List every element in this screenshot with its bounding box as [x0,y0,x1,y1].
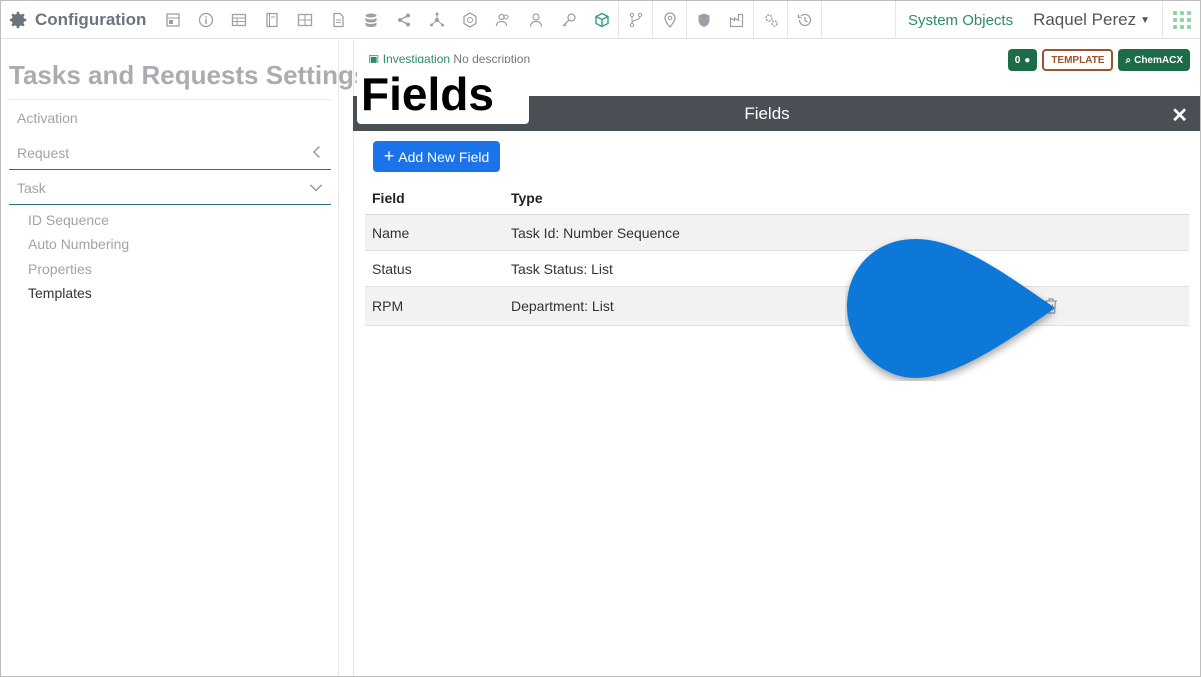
document-icon[interactable] [321,1,354,39]
title-divider [9,99,331,100]
sidebar-item-request[interactable]: Request [9,136,331,170]
search-icon: ⌕ [1125,54,1132,66]
user-name: Raquel Perez [1033,10,1137,29]
field-name-cell: Status [372,260,412,277]
location-icon[interactable] [653,1,686,39]
sidebar-item-label: Request [17,144,70,161]
column-header-field: Field [372,190,405,206]
notebook-icon[interactable] [255,1,288,39]
layout-icon[interactable] [156,1,189,39]
add-new-field-label: Add New Field [398,148,490,165]
network-icon[interactable] [420,1,453,39]
chemacx-label: ChemACX [1134,54,1183,66]
field-name-cell: RPM [372,298,404,314]
history-icon[interactable] [788,1,821,39]
shield-icon[interactable] [687,1,720,39]
caret-down-icon: ▼ [1140,14,1150,26]
chevron-down-icon [310,184,322,192]
key-icon[interactable] [552,1,585,39]
cube-icon[interactable] [585,1,618,39]
gear-icon [9,11,27,28]
callout-label: Fields [357,63,529,124]
database-icon[interactable] [354,1,387,39]
info-icon[interactable] [189,1,222,39]
sidebar-subitem-id-sequence[interactable]: ID Sequence [28,212,109,228]
comment-count: 0 [1014,54,1021,66]
chemacx-button[interactable]: ⌕ ChemACX [1118,49,1190,71]
table-header: Field Type [365,182,1189,215]
cogs-icon[interactable] [754,1,787,39]
sidebar-subitem-properties[interactable]: Properties [28,261,92,277]
page-title: Tasks and Requests Settings [9,60,369,90]
sidebar-subitem-auto-numbering[interactable]: Auto Numbering [28,236,129,252]
grid-icon[interactable] [288,1,321,39]
factory-icon[interactable] [720,1,753,39]
plus-icon: + [383,146,395,166]
column-header-type: Type [511,190,543,206]
callout-pointer-icon [847,239,1055,378]
table-icon[interactable] [222,1,255,39]
comment-icon: ● [1024,54,1031,66]
users-icon[interactable] [486,1,519,39]
sidebar-item-activation[interactable]: Activation [9,101,331,135]
app-title: Configuration [35,9,147,29]
branch-icon[interactable] [619,1,652,39]
sidebar-subitem-templates[interactable]: Templates [28,285,92,301]
sidebar: Tasks and Requests Settings Activation R… [1,40,368,676]
top-navbar: Configuration System Objects Raquel Pere… [1,0,1200,39]
nav-icon-bar [156,0,823,39]
field-name-cell: Name [372,224,410,241]
comments-badge[interactable]: 0 ● [1007,49,1038,71]
apps-grid-icon [1172,11,1191,29]
user-menu[interactable]: Raquel Perez ▼ [1025,10,1162,30]
add-new-field-button[interactable]: + Add New Field [373,141,500,172]
chevron-left-icon [313,146,320,158]
template-badge[interactable]: TEMPLATE [1042,49,1114,71]
close-icon[interactable]: ✕ [1171,103,1188,128]
header-badges: 0 ● TEMPLATE ⌕ ChemACX [1007,49,1190,71]
system-objects-link[interactable]: System Objects [895,1,1025,39]
user-icon[interactable] [519,1,552,39]
apps-grid-button[interactable] [1162,1,1200,39]
share-icon[interactable] [387,1,420,39]
sidebar-item-label: Task [17,179,46,196]
brand[interactable]: Configuration [1,1,146,39]
nav-divider [821,0,823,39]
sidebar-item-task[interactable]: Task [9,171,331,205]
badge-icon[interactable] [453,1,486,39]
sidebar-item-label: Activation [17,110,78,126]
